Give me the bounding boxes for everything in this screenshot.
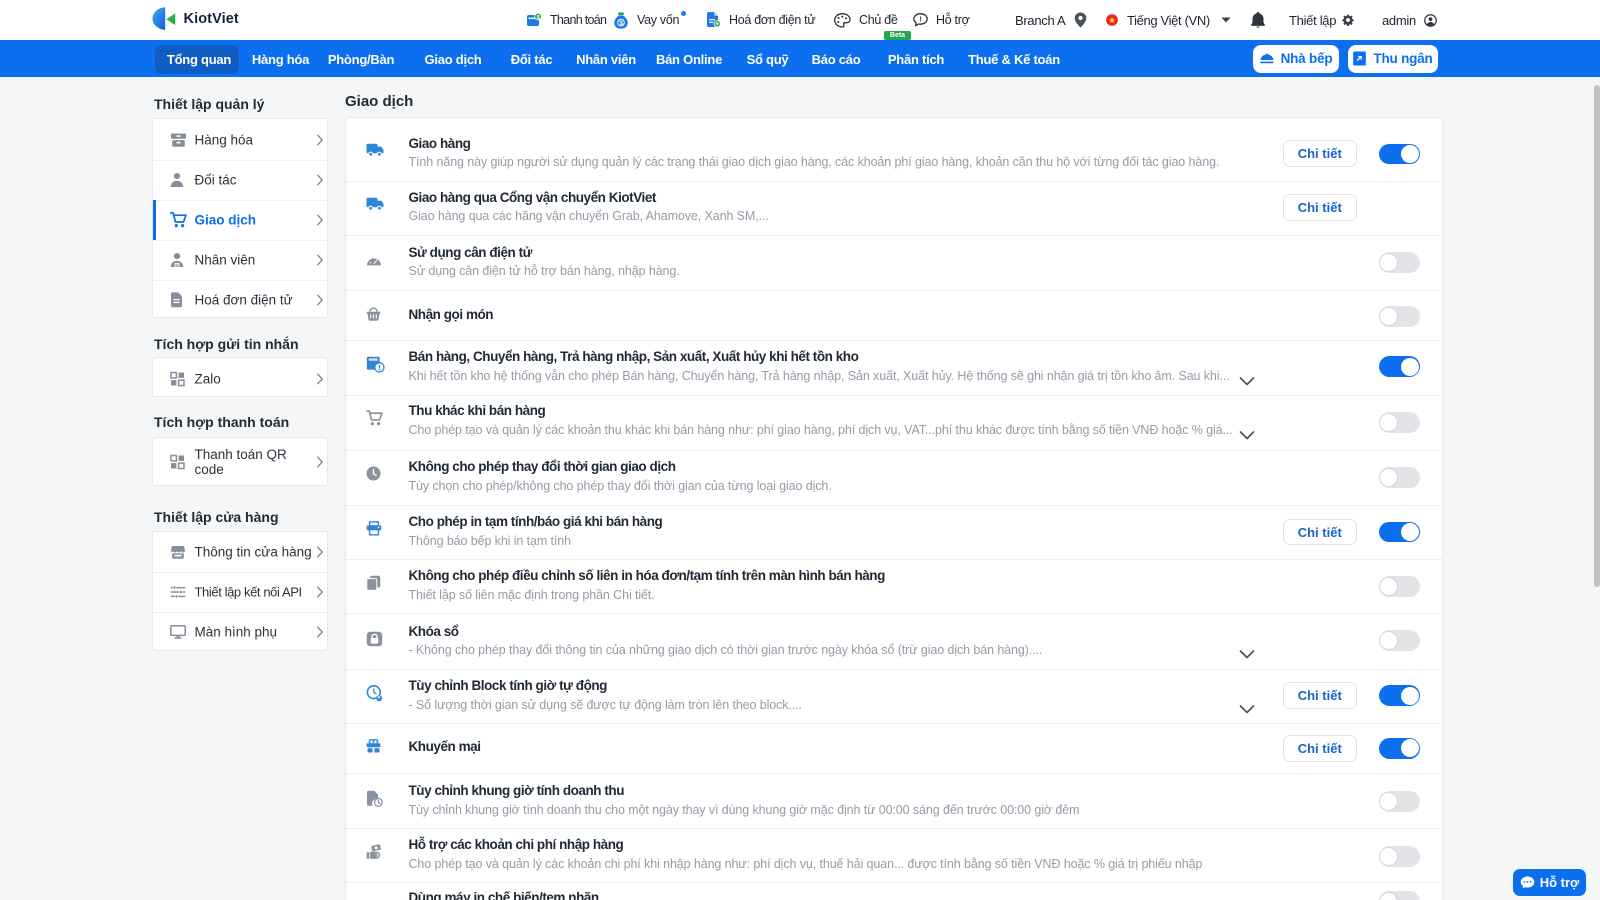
- svg-text:$: $: [537, 15, 540, 21]
- svg-text:!: !: [919, 15, 921, 24]
